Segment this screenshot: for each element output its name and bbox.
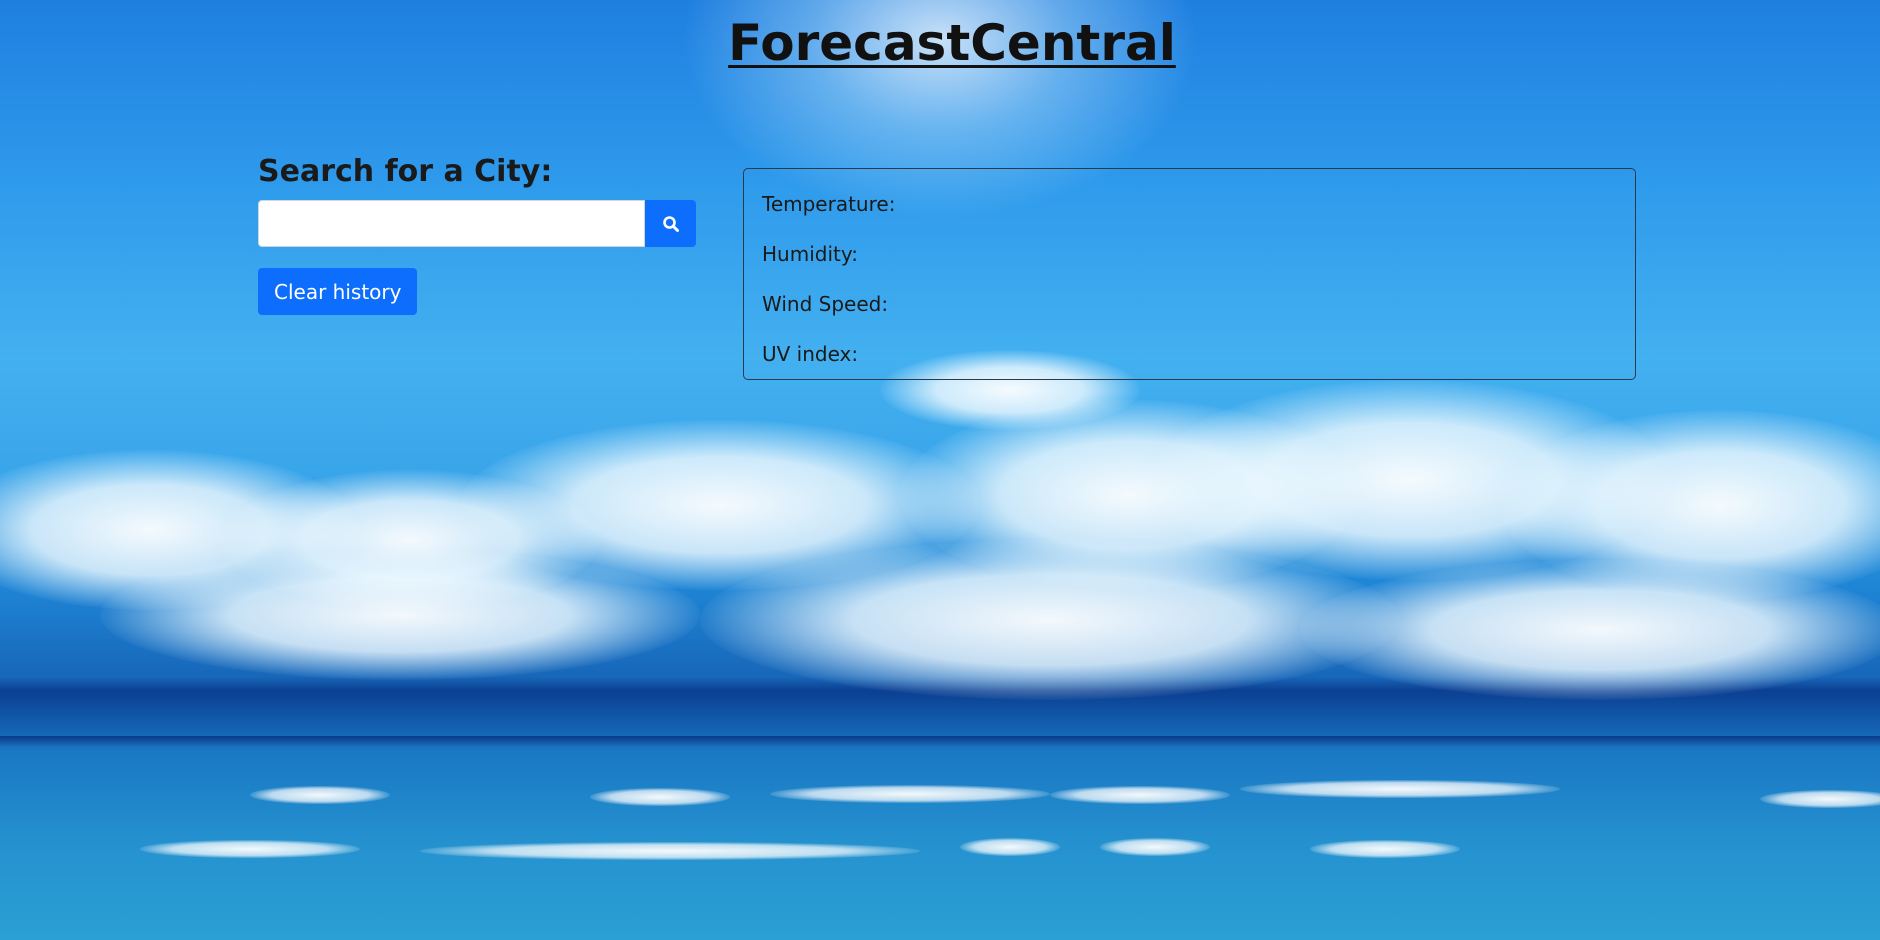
humidity-label: Humidity: bbox=[762, 242, 858, 266]
wind-speed-label: Wind Speed: bbox=[762, 292, 889, 316]
clear-history-button[interactable]: Clear history bbox=[258, 268, 418, 315]
search-button[interactable] bbox=[645, 200, 696, 247]
background-clouds bbox=[0, 350, 1880, 750]
search-section: Search for a City: Clear history bbox=[258, 150, 698, 315]
background-horizon bbox=[0, 736, 1880, 746]
search-icon bbox=[662, 215, 679, 232]
current-weather-card: Temperature: Humidity: Wind Speed: UV in… bbox=[743, 168, 1636, 380]
search-heading: Search for a City: bbox=[258, 154, 553, 189]
uv-index-label: UV index: bbox=[762, 342, 859, 366]
city-search-input[interactable] bbox=[258, 200, 645, 247]
page-title: ForecastCentral bbox=[728, 14, 1176, 72]
page: ForecastCentral Search for a City: Clear… bbox=[0, 0, 1880, 940]
temperature-label: Temperature: bbox=[762, 192, 896, 216]
search-row bbox=[258, 200, 696, 247]
